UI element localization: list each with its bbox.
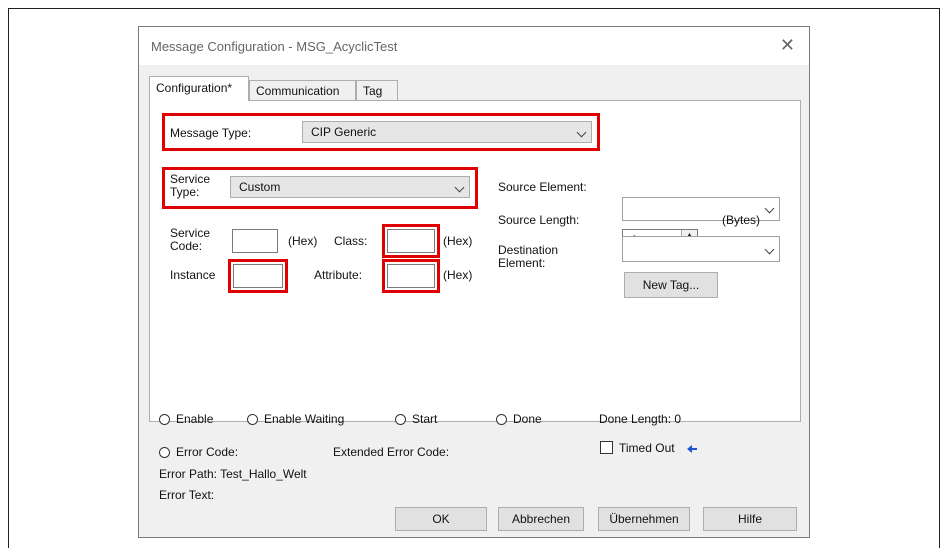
service-code-hex-label: (Hex): [288, 234, 318, 248]
done-label: Done: [513, 412, 542, 426]
message-type-dropdown[interactable]: CIP Generic: [302, 121, 592, 143]
enable-waiting-radio[interactable]: [247, 414, 258, 425]
service-type-label: Service Type:: [170, 172, 211, 199]
arrow-left-icon: [687, 445, 697, 453]
chevron-down-icon: [576, 127, 587, 138]
enable-label: Enable: [176, 412, 214, 426]
message-type-label: Message Type:: [170, 126, 252, 140]
start-radio[interactable]: [395, 414, 406, 425]
timed-out-checkbox[interactable]: [600, 441, 613, 454]
close-icon[interactable]: ✕: [780, 35, 795, 56]
apply-button[interactable]: Übernehmen: [598, 507, 690, 531]
tab-tag[interactable]: Tag: [356, 80, 398, 100]
source-length-unit: (Bytes): [722, 213, 761, 227]
enable-radio[interactable]: [159, 414, 170, 425]
attribute-label: Attribute:: [314, 268, 363, 282]
destination-element-label: Destination Element:: [498, 243, 559, 270]
tab-communication[interactable]: Communication: [249, 80, 356, 100]
service-code-label: Service Code:: [170, 226, 211, 253]
timed-out-label: Timed Out: [619, 441, 675, 455]
ok-button[interactable]: OK: [395, 507, 487, 531]
window-title: Message Configuration - MSG_AcyclicTest: [151, 39, 398, 54]
instance-input[interactable]: [233, 264, 283, 288]
enable-waiting-label: Enable Waiting: [264, 412, 345, 426]
chevron-down-icon: [454, 182, 465, 193]
cancel-button[interactable]: Abbrechen: [498, 507, 584, 531]
destination-element-dropdown[interactable]: [622, 236, 780, 262]
source-element-label: Source Element:: [498, 180, 587, 194]
message-type-value: CIP Generic: [311, 125, 377, 139]
class-hex-label: (Hex): [443, 234, 473, 248]
class-input[interactable]: [387, 229, 435, 253]
class-label: Class:: [334, 234, 368, 248]
attribute-input[interactable]: [387, 264, 435, 288]
service-type-value: Custom: [239, 180, 281, 194]
configuration-panel: Message Type: CIP Generic Service Type: …: [149, 100, 801, 422]
help-button[interactable]: Hilfe: [703, 507, 797, 531]
source-length-label: Source Length:: [498, 213, 580, 227]
chevron-down-icon: [764, 203, 775, 214]
new-tag-button[interactable]: New Tag...: [624, 272, 718, 298]
error-path-text: Error Path: Test_Hallo_Welt: [159, 467, 307, 481]
service-code-input[interactable]: [232, 229, 278, 253]
done-radio[interactable]: [496, 414, 507, 425]
service-type-dropdown[interactable]: Custom: [230, 176, 470, 198]
title-bar: Message Configuration - MSG_AcyclicTest …: [139, 27, 809, 65]
error-code-radio[interactable]: [159, 447, 170, 458]
error-text-label: Error Text:: [159, 488, 215, 502]
extended-error-code-label: Extended Error Code:: [333, 445, 450, 459]
message-configuration-dialog: Message Configuration - MSG_AcyclicTest …: [138, 26, 810, 538]
start-label: Start: [412, 412, 438, 426]
instance-label: Instance: [170, 268, 216, 282]
tab-configuration[interactable]: Configuration*: [149, 76, 249, 101]
chevron-down-icon: [764, 244, 775, 255]
error-code-label: Error Code:: [176, 445, 239, 459]
done-length-text: Done Length: 0: [599, 412, 682, 426]
attribute-hex-label: (Hex): [443, 268, 473, 282]
